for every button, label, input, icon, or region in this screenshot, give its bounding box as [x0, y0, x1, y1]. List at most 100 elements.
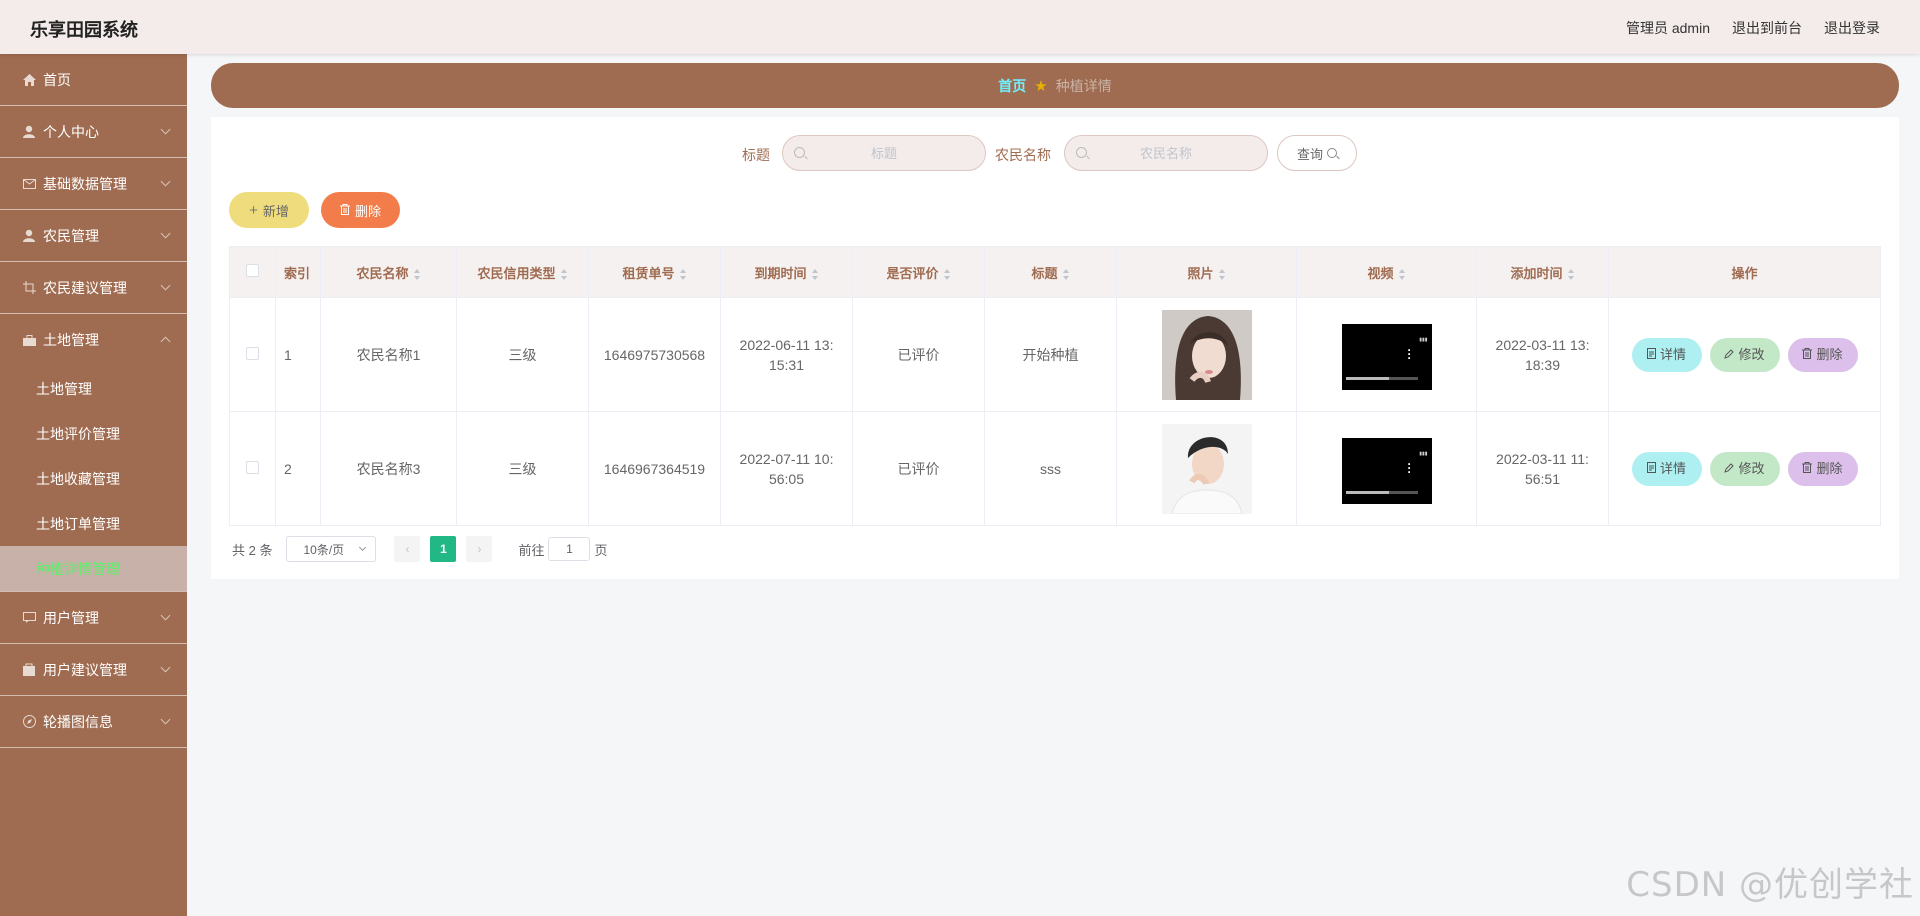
page-size-value: 10条/页: [303, 542, 345, 557]
video-progress-bar[interactable]: [1345, 490, 1418, 494]
col-expire[interactable]: 到期时间: [720, 246, 853, 298]
sort-icon: [679, 268, 687, 280]
chat-icon: [22, 611, 36, 625]
page-size-select[interactable]: 10条/页: [286, 536, 377, 562]
submenu-land-order[interactable]: 土地订单管理: [0, 501, 187, 546]
document-icon: [1646, 345, 1656, 365]
col-photo[interactable]: 照片: [1116, 246, 1297, 298]
col-label: 是否评价: [886, 265, 939, 281]
sidebar-item-land[interactable]: 土地管理: [0, 314, 187, 366]
add-button[interactable]: + 新增: [229, 192, 309, 228]
prev-page-button[interactable]: ‹: [394, 536, 421, 562]
col-credit[interactable]: 农民信用类型: [456, 246, 589, 298]
edit-button[interactable]: 修改: [1709, 337, 1780, 372]
front-link[interactable]: 退出到前台: [1732, 18, 1802, 38]
add-button-label: 新增: [262, 203, 289, 219]
title-search-field[interactable]: [782, 135, 986, 171]
chevron-down-icon: [160, 228, 171, 239]
select-all-checkbox[interactable]: [246, 264, 259, 277]
submenu-land-favorite[interactable]: 土地收藏管理: [0, 456, 187, 501]
row-checkbox[interactable]: [246, 346, 259, 360]
row-delete-button[interactable]: 删除: [1787, 451, 1858, 486]
next-page-button[interactable]: ›: [466, 536, 493, 562]
video-status-icons: ▮▮▮: [1419, 336, 1428, 343]
detail-button[interactable]: 详情: [1631, 337, 1702, 372]
expire-text: 2022-06-11 13:15:31: [739, 336, 834, 373]
sidebar-item-label: 农民建议管理: [43, 279, 127, 296]
breadcrumb: 首页 ★ 种植详情: [211, 63, 1899, 108]
pencil-icon: [1724, 459, 1735, 479]
query-button[interactable]: 查询: [1277, 135, 1357, 171]
search-icon: [1076, 147, 1087, 158]
page-number[interactable]: 1: [430, 536, 457, 562]
video-status-icons: ▮▮▮: [1419, 450, 1428, 457]
sidebar-item-home[interactable]: 首页: [0, 54, 187, 106]
cell-expire: 2022-06-11 13:15:31: [720, 297, 853, 412]
sidebar-item-label: 个人中心: [43, 123, 99, 140]
sidebar: 首页 个人中心 基础数据管理 农民管理 农民建议管理 土地管理 土地管理 土地评…: [0, 54, 187, 916]
submenu-land[interactable]: 土地管理: [0, 366, 187, 411]
goto-page-input[interactable]: [548, 537, 591, 561]
chevron-down-icon: [160, 176, 171, 187]
star-icon: ★: [1034, 77, 1048, 95]
col-farmer[interactable]: 农民名称: [320, 246, 457, 298]
delete-button-label: 删除: [1816, 346, 1843, 362]
breadcrumb-home[interactable]: 首页: [998, 76, 1026, 96]
col-evaluated[interactable]: 是否评价: [852, 246, 985, 298]
col-label: 添加时间: [1510, 265, 1563, 281]
sidebar-item-user-advice[interactable]: 用户建议管理: [0, 644, 187, 696]
total-count: 共 2 条: [232, 542, 273, 558]
sidebar-item-label: 农民管理: [43, 227, 99, 244]
video-progress-bar[interactable]: [1345, 376, 1418, 380]
submenu-land-review[interactable]: 土地评价管理: [0, 411, 187, 456]
sidebar-item-personal[interactable]: 个人中心: [0, 106, 187, 158]
col-video[interactable]: 视频: [1296, 246, 1477, 298]
col-added[interactable]: 添加时间: [1476, 246, 1609, 298]
cell-added: 2022-03-11 11:56:51: [1476, 411, 1609, 526]
title-search-input[interactable]: [783, 136, 985, 170]
col-label: 农民信用类型: [477, 265, 556, 281]
row-actions: 详情 修改 删除: [1609, 337, 1880, 372]
pencil-icon: [1724, 345, 1735, 365]
added-text: 2022-03-11 13:18:39: [1495, 336, 1590, 373]
sidebar-item-label: 首页: [43, 71, 71, 88]
sidebar-item-basic-data[interactable]: 基础数据管理: [0, 158, 187, 210]
col-label: 标题: [1031, 265, 1058, 281]
sidebar-item-farmer-advice[interactable]: 农民建议管理: [0, 262, 187, 314]
col-title[interactable]: 标题: [984, 246, 1117, 298]
sidebar-item-label: 用户管理: [43, 609, 99, 626]
row-delete-button[interactable]: 删除: [1787, 337, 1858, 372]
farmer-search-field[interactable]: [1064, 135, 1268, 171]
video-player[interactable]: ▮▮▮ · · ·: [1341, 433, 1432, 504]
select-all-cell: [229, 246, 276, 298]
edit-button[interactable]: 修改: [1709, 451, 1780, 486]
goto-page: 前往 页: [518, 537, 608, 561]
sort-icon: [943, 268, 951, 280]
sidebar-item-label: 轮播图信息: [43, 713, 113, 730]
sidebar-item-user[interactable]: 用户管理: [0, 592, 187, 644]
sidebar-item-label: 基础数据管理: [43, 175, 127, 192]
user-icon: [22, 229, 36, 243]
farmer-photo[interactable]: [1161, 423, 1252, 514]
farmer-search-input[interactable]: [1065, 136, 1267, 170]
sidebar-item-farmer[interactable]: 农民管理: [0, 210, 187, 262]
search-row: 标题 农民名称 查询: [211, 135, 1899, 171]
more-vertical-icon[interactable]: · · ·: [1408, 458, 1412, 478]
trash-icon: [1802, 345, 1813, 365]
more-vertical-icon[interactable]: · · ·: [1408, 344, 1412, 364]
logout-link[interactable]: 退出登录: [1824, 18, 1880, 38]
col-order[interactable]: 租赁单号: [588, 246, 721, 298]
farmer-photo[interactable]: [1161, 309, 1252, 400]
row-checkbox[interactable]: [246, 460, 259, 474]
planting-table: 索引 农民名称 农民信用类型 租赁单号 到期时间 是否评价 标题 照片 视频 添…: [229, 246, 1881, 526]
cell-farmer: 农民名称1: [320, 297, 457, 412]
submenu-planting-detail[interactable]: 种植详情管理: [0, 546, 187, 591]
sort-icon: [811, 268, 819, 280]
cell-credit: 三级: [456, 411, 589, 526]
sidebar-item-carousel[interactable]: 轮播图信息: [0, 696, 187, 748]
detail-button[interactable]: 详情: [1631, 451, 1702, 486]
delete-button[interactable]: 删除: [321, 192, 400, 228]
video-player[interactable]: ▮▮▮ · · ·: [1341, 319, 1432, 390]
land-submenu: 土地管理 土地评价管理 土地收藏管理 土地订单管理 种植详情管理: [0, 366, 187, 592]
expire-text: 2022-07-11 10:56:05: [739, 450, 834, 487]
